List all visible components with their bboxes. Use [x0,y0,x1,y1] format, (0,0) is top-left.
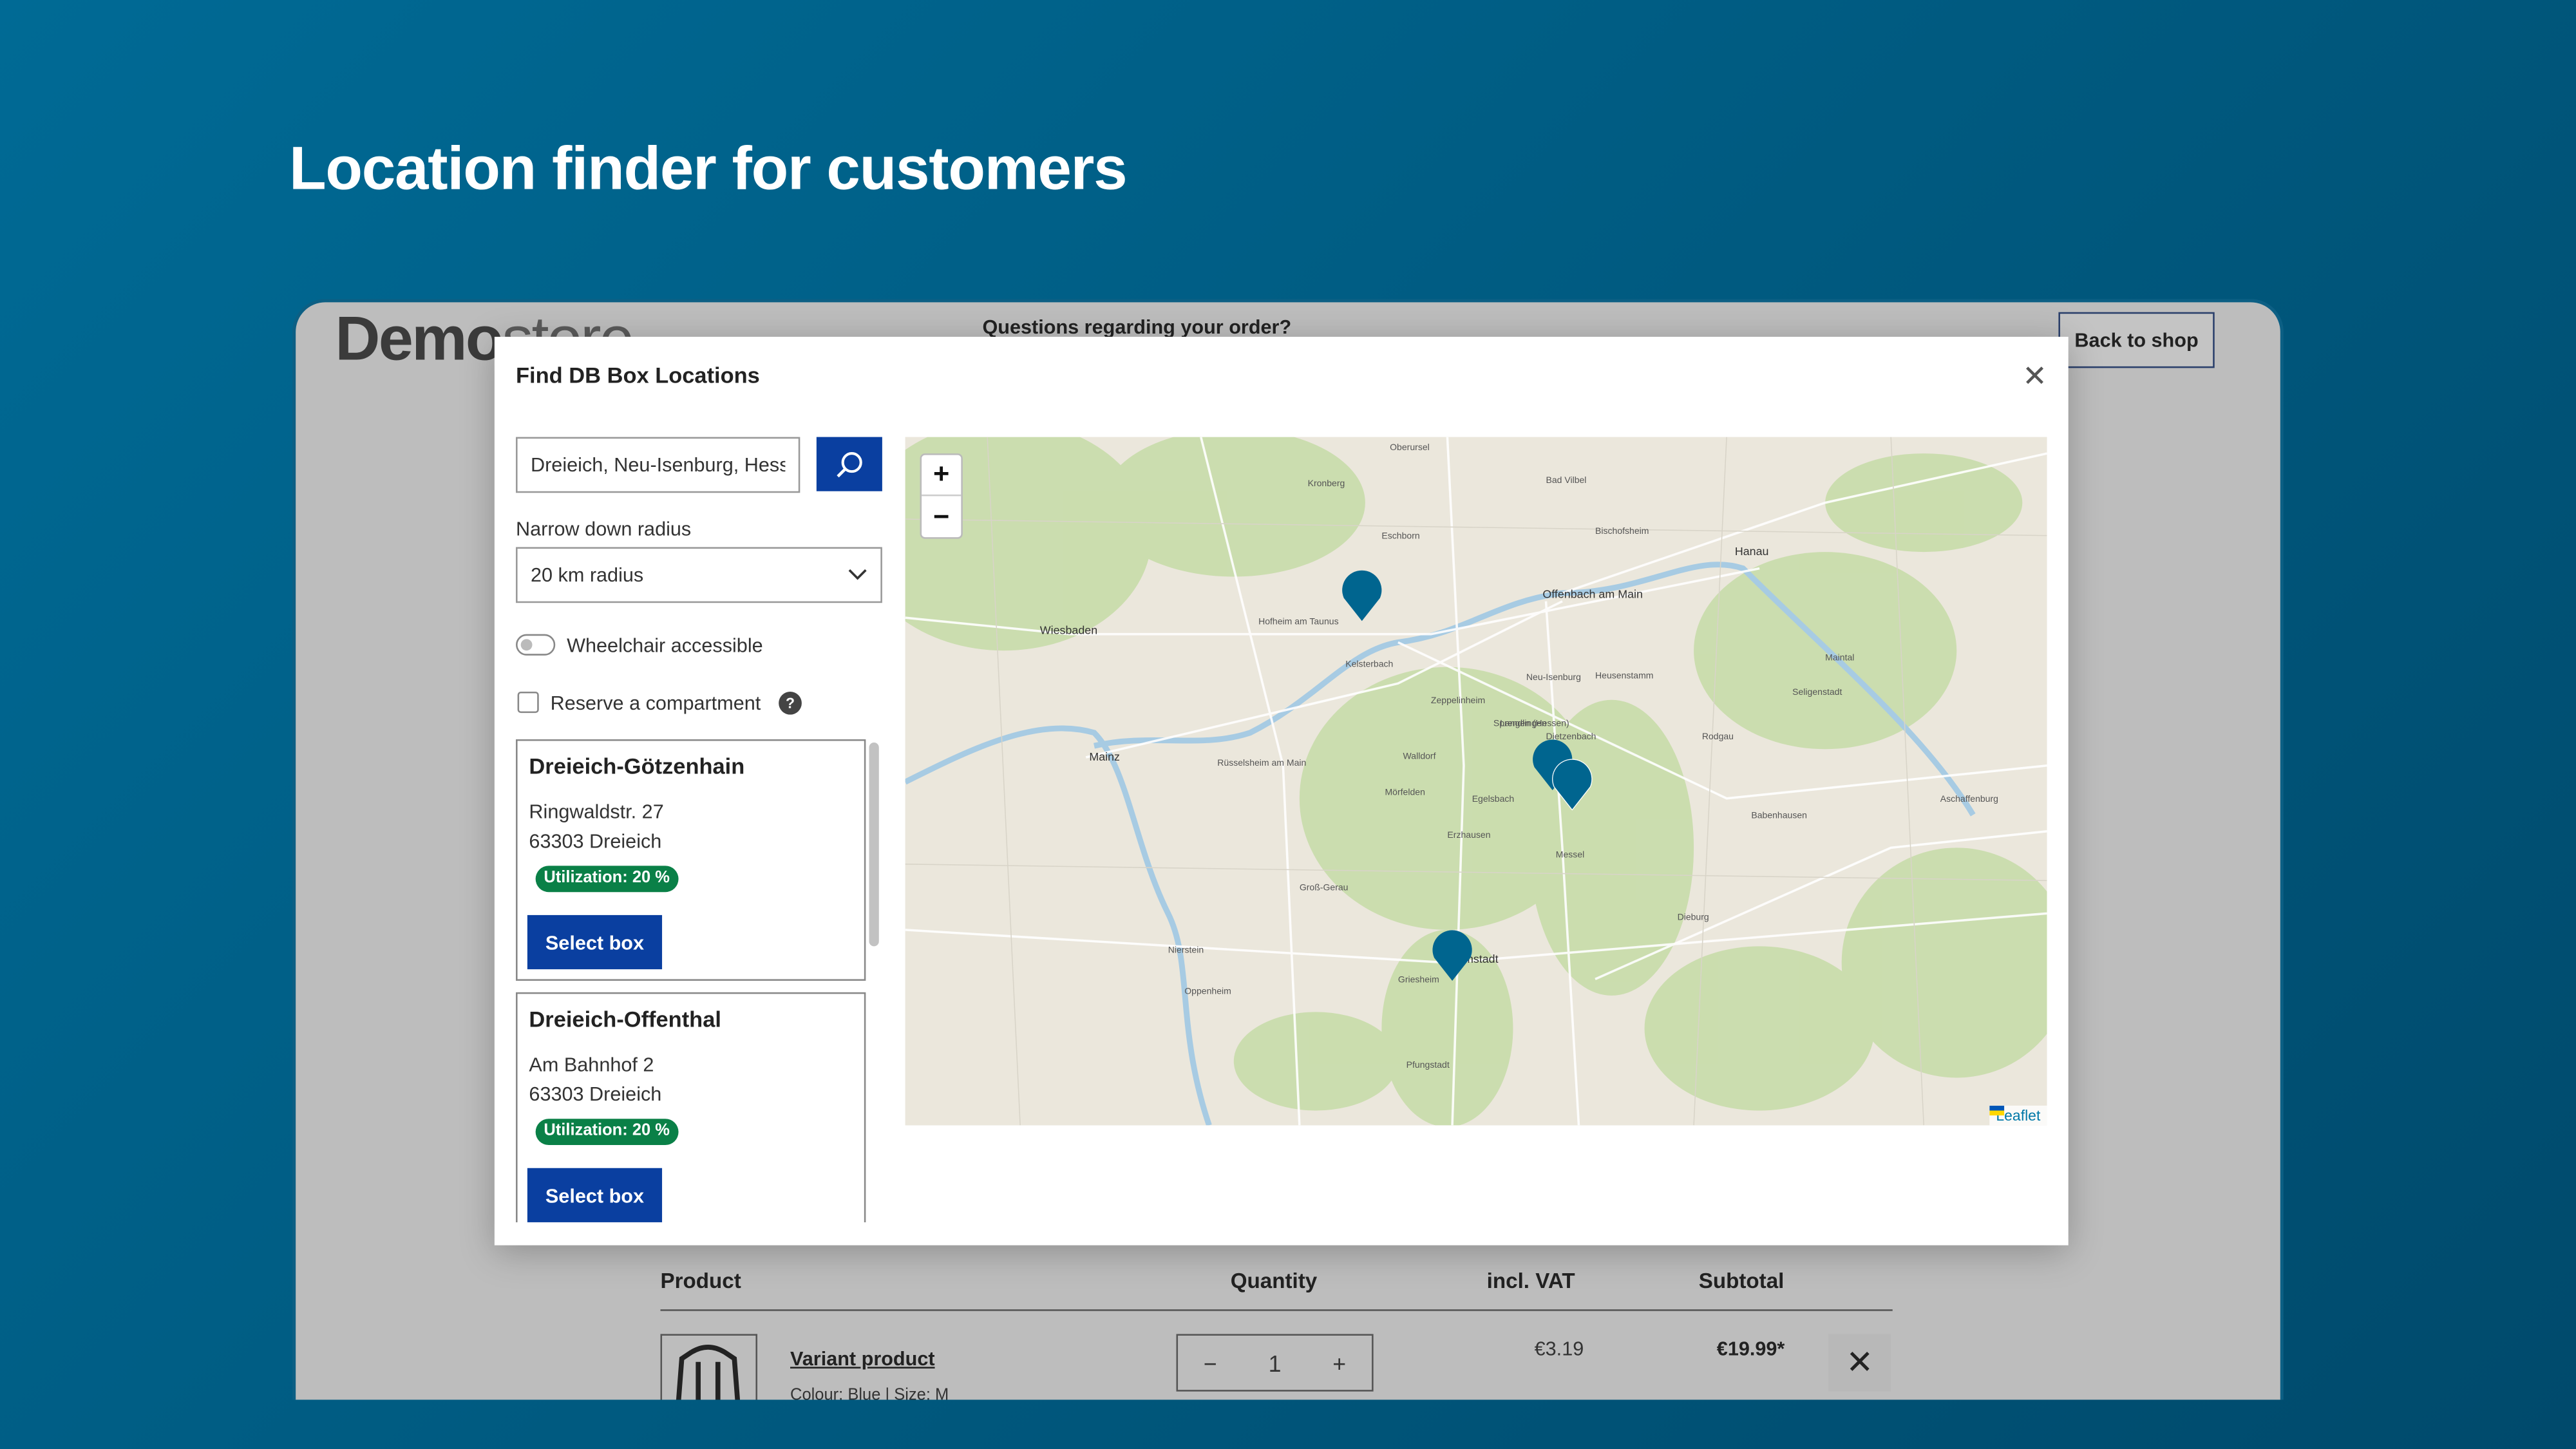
utilization-badge: Utilization: 20 % [535,1119,678,1146]
map-label: Pfungstadt [1406,1061,1450,1072]
map-label: Wiesbaden [1039,625,1098,638]
location-name: Dreieich-Offenthal [529,1007,721,1032]
map[interactable]: Wiesbaden Mainz Offenbach am Main Hanau Neu-… [905,437,2047,1126]
map-label: Egelsbach [1472,795,1515,805]
map-label: Nierstein [1168,946,1204,956]
map-label: Walldorf [1403,752,1436,762]
close-icon: ✕ [1846,1345,1874,1382]
col-vat: incl. VAT [1486,1268,1575,1293]
map-label: Oberursel [1390,443,1430,454]
location-name: Dreieich-Götzenhain [529,753,745,779]
location-list: Dreieich-Götzenhain Ringwaldstr. 27 63303… [516,739,884,1222]
zoom-in-button[interactable]: + [922,455,961,497]
map-label: Bad Vilbel [1546,476,1587,487]
map-label: Offenbach am Main [1542,589,1643,601]
close-icon[interactable]: ✕ [2022,360,2047,395]
remove-item-button[interactable]: ✕ [1828,1334,1891,1392]
modal-title: Find DB Box Locations [516,363,760,388]
search-button[interactable] [816,437,882,491]
help-icon[interactable]: ? [779,691,802,715]
list-scrollbar[interactable] [869,743,879,947]
map-marker[interactable] [1551,759,1593,812]
map-label: Oppenheim [1184,987,1231,998]
map-marker[interactable] [1341,570,1383,623]
location-search-input[interactable] [516,437,800,493]
radius-select[interactable]: 20 km radius [516,547,882,603]
select-box-button[interactable]: Select box [527,914,663,970]
map-label: Kronberg [1307,479,1345,490]
zoom-control: + − [920,453,963,539]
map-label: Dieburg [1677,913,1709,923]
map-label: Eschborn [1381,532,1420,542]
wheelchair-label: Wheelchair accessible [567,634,763,658]
map-label: Neu-Isenburg [1526,673,1581,684]
radius-label: Narrow down radius [516,517,692,541]
map-attribution[interactable]: Leaflet [1989,1105,2047,1126]
product-link[interactable]: Variant product [790,1347,935,1370]
map-label: Sprendlingen [1493,719,1547,730]
map-label: Mörfelden [1385,788,1425,799]
subtotal-value: €19.99* [1716,1337,1785,1361]
radius-value: 20 km radius [530,563,644,587]
col-subtotal: Subtotal [1698,1268,1785,1293]
map-tiles [905,437,2047,1126]
back-to-shop-button[interactable]: Back to shop [2058,312,2215,368]
map-marker[interactable] [1431,930,1473,983]
reserve-label: Reserve a compartment [550,691,761,715]
col-product: Product [660,1268,741,1293]
location-address: Am Bahnhof 2 63303 Dreieich [529,1053,662,1106]
map-label: Babenhausen [1751,811,1807,822]
questions-text: Questions regarding your order? [982,315,1292,339]
location-modal: Find DB Box Locations ✕ Narrow down radi… [494,336,2069,1245]
map-label: Maintal [1825,654,1855,664]
chevron-down-icon [848,569,867,580]
map-label: Zeppelinheim [1430,696,1486,706]
map-label: Rodgau [1701,732,1734,743]
map-label: Hofheim am Taunus [1258,618,1339,628]
divider [660,1309,1893,1311]
logo-bold: Demo [335,305,504,375]
plus-icon[interactable]: + [1332,1350,1346,1376]
ukraine-flag-icon [1989,1105,2005,1116]
vat-value: €3.19 [1534,1337,1584,1361]
map-label: Bischofsheim [1595,527,1649,538]
map-label: Hanau [1734,547,1769,559]
location-address: Ringwaldstr. 27 63303 Dreieich [529,800,664,853]
map-label: Mainz [1089,752,1120,764]
col-quantity: Quantity [1230,1268,1318,1293]
page-headline: Location finder for customers [289,135,1128,202]
quantity-value: 1 [1268,1349,1282,1376]
zoom-out-button[interactable]: − [922,496,961,537]
map-label: Aschaffenburg [1940,795,1998,805]
map-label: Heusenstamm [1595,672,1654,682]
select-box-button[interactable]: Select box [527,1168,663,1222]
minus-icon[interactable]: − [1204,1350,1217,1376]
quantity-stepper[interactable]: − 1 + [1176,1334,1374,1392]
product-image[interactable] [660,1334,758,1400]
location-card: Dreieich-Götzenhain Ringwaldstr. 27 63303… [516,739,866,981]
map-label: Erzhausen [1447,831,1491,842]
wheelchair-toggle[interactable] [516,634,556,656]
map-label: Kelsterbach [1345,660,1394,670]
utilization-badge: Utilization: 20 % [535,866,678,893]
map-label: Messel [1555,851,1585,861]
location-card: Dreieich-Offenthal Am Bahnhof 2 63303 Dre… [516,992,866,1222]
sweater-icon [676,1345,741,1400]
map-label: Groß-Gerau [1299,884,1349,894]
reserve-checkbox[interactable] [517,691,539,714]
search-icon [837,451,862,477]
map-label: Rüsselsheim am Main [1217,759,1307,769]
product-variant: Colour: Blue | Size: M [790,1387,949,1400]
map-label: Seligenstadt [1792,688,1842,699]
